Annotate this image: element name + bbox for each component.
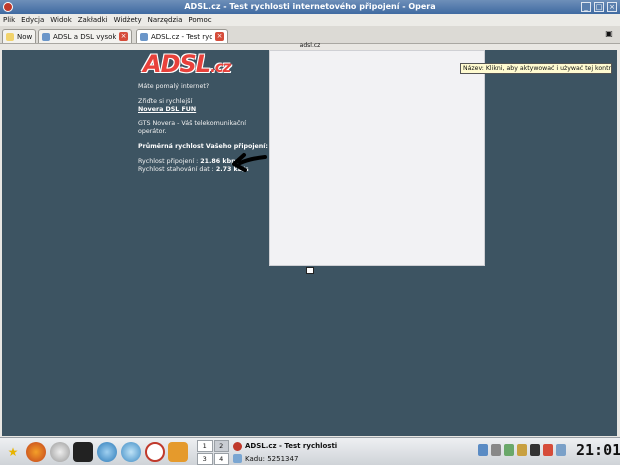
dl-speed-label: Rychlost stahování dat : xyxy=(138,166,214,173)
speedup-block: Zřiďte si rychlejší Novera DSL FUN xyxy=(138,98,196,114)
tab-menu-icon[interactable]: ▣ xyxy=(602,29,616,41)
opera-icon[interactable] xyxy=(145,442,165,462)
conn-speed-label: Rychlost připojení : xyxy=(138,158,199,165)
menu-widgets[interactable]: Widżety xyxy=(114,16,142,24)
menu-edit[interactable]: Edycja xyxy=(21,16,44,24)
system-tray xyxy=(478,444,566,456)
close-tab-icon[interactable]: × xyxy=(119,32,128,41)
task-opera-label: ADSL.cz - Test rychlosti xyxy=(245,442,338,450)
tab-new-label: Nowa xyxy=(17,32,32,41)
plugin-placeholder-icon[interactable] xyxy=(306,267,314,274)
arrow-annotation xyxy=(232,153,267,172)
close-tab-icon[interactable]: × xyxy=(215,32,224,41)
star-icon[interactable]: ★ xyxy=(3,442,23,462)
operator-text: GTS Novera - Váš telekomunikační operáto… xyxy=(138,120,247,135)
taskbar: ★ 1 2 3 4 ADSL.cz - Test rychlosti Kadu:… xyxy=(0,437,620,465)
notes-icon xyxy=(6,32,14,41)
tray-volume-icon[interactable] xyxy=(491,444,501,456)
tray-app-icon[interactable] xyxy=(517,444,527,456)
menu-file[interactable]: Plik xyxy=(3,16,15,24)
settings-icon[interactable] xyxy=(50,442,70,462)
kadu-icon xyxy=(233,454,242,463)
adsl-logo[interactable]: ADSL.cz xyxy=(143,50,243,78)
minimize-button[interactable]: _ xyxy=(581,2,591,12)
page-icon xyxy=(140,32,148,41)
page-content: ADSL.cz Máte pomalý internet? Zřiďte si … xyxy=(2,50,617,436)
address-text: adsl.cz xyxy=(299,42,321,49)
workspace-2[interactable]: 2 xyxy=(213,440,229,452)
workspace-pager: 1 2 3 4 xyxy=(197,440,229,465)
network-icon[interactable] xyxy=(97,442,117,462)
tab-adsl-dsl-label: ADSL a DSL vysokory... xyxy=(53,32,116,41)
tray-network-icon[interactable] xyxy=(478,444,488,456)
clock: 21:01 xyxy=(576,441,620,459)
conn-speed-row: Rychlost připojení : 21.86 kbps xyxy=(138,158,239,166)
menu-help[interactable]: Pomoc xyxy=(188,16,211,24)
tab-adsl-test-label: ADSL.cz - Test rychlos... xyxy=(151,32,212,41)
menubar: Plik Edycja Widok Zakładki Widżety Narzę… xyxy=(0,14,620,26)
slow-question: Máte pomalý internet? xyxy=(138,83,210,90)
window-title: ADSL.cz - Test rychlosti internetového p… xyxy=(184,2,436,11)
tab-new[interactable]: Nowa xyxy=(2,29,36,43)
tray-monitor-icon[interactable] xyxy=(530,444,540,456)
logo-tld: .cz xyxy=(210,58,231,76)
workspace-4[interactable]: 4 xyxy=(213,453,229,465)
firefox-icon[interactable] xyxy=(26,442,46,462)
globe-icon[interactable] xyxy=(121,442,141,462)
tab-adsl-dsl[interactable]: ADSL a DSL vysokory... × xyxy=(38,29,132,43)
close-window-button[interactable]: × xyxy=(607,2,617,12)
task-opera[interactable]: ADSL.cz - Test rychlosti xyxy=(233,440,345,452)
logo-main: ADSL xyxy=(143,50,211,78)
tray-battery-icon[interactable] xyxy=(504,444,514,456)
terminal-icon[interactable] xyxy=(73,442,93,462)
plugin-area[interactable] xyxy=(269,50,485,266)
menu-tools[interactable]: Narzędzia xyxy=(148,16,183,24)
tab-adsl-test[interactable]: ADSL.cz - Test rychlos... × xyxy=(136,29,228,43)
task-kadu-label: Kadu: 5251347 xyxy=(245,454,299,463)
speedup-text: Zřiďte si rychlejší xyxy=(138,98,193,105)
opera-icon xyxy=(233,441,242,451)
novera-link[interactable]: Novera DSL FUN xyxy=(138,106,196,113)
avg-heading: Průměrná rychlost Vašeho připojení: xyxy=(138,143,268,150)
window-titlebar: ADSL.cz - Test rychlosti internetového p… xyxy=(0,0,620,14)
task-kadu[interactable]: Kadu: 5251347 xyxy=(233,453,345,464)
plugin-tooltip: Název: Klikni, aby aktywować i używać te… xyxy=(460,63,612,74)
page-icon xyxy=(42,32,50,41)
menu-bookmarks[interactable]: Zakładki xyxy=(78,16,108,24)
workspace-3[interactable]: 3 xyxy=(197,453,213,465)
maximize-button[interactable]: □ xyxy=(594,2,604,12)
workspace-1[interactable]: 1 xyxy=(197,440,213,452)
files-icon[interactable] xyxy=(168,442,188,462)
tray-update-icon[interactable] xyxy=(556,444,566,456)
menu-view[interactable]: Widok xyxy=(50,16,72,24)
tray-alert-icon[interactable] xyxy=(543,444,553,456)
